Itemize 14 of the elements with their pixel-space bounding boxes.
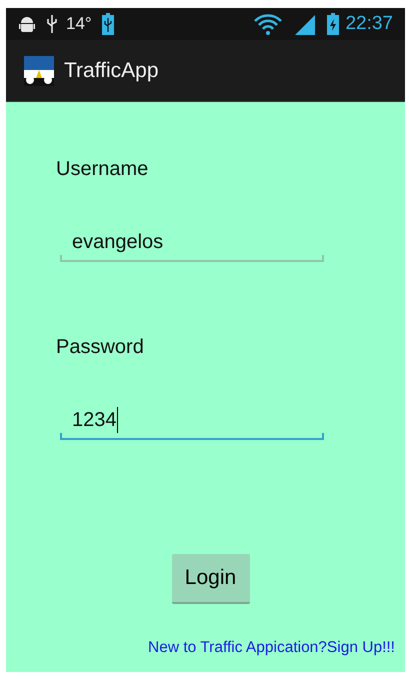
battery-usb-icon xyxy=(102,13,114,35)
field-label: Username xyxy=(56,157,150,182)
temperature: 14° xyxy=(66,13,92,36)
field-label: Password xyxy=(56,335,145,360)
usb-icon xyxy=(46,14,58,34)
app-icon xyxy=(24,56,54,86)
clock: 22:37 xyxy=(345,12,393,36)
signal-icon xyxy=(293,13,318,35)
sign-up-link[interactable]: New to Traffic Appication?Sign Up!!! xyxy=(148,636,395,660)
battery-charging-icon xyxy=(327,13,340,35)
app-title: TrafficApp xyxy=(64,58,159,84)
wifi-icon xyxy=(253,13,284,35)
android-icon xyxy=(18,15,36,33)
login-button[interactable]: Login xyxy=(172,554,250,604)
